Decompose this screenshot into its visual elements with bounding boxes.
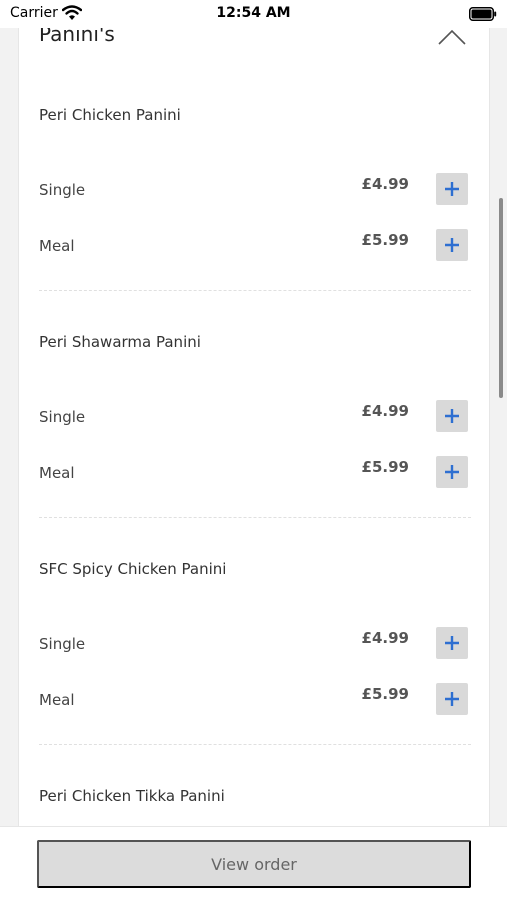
option-price: £4.99: [361, 629, 409, 647]
footer: View order: [0, 826, 507, 900]
plus-icon: [445, 182, 459, 196]
product-option: Meal £5.99: [19, 456, 489, 490]
product-option: Meal £5.99: [19, 683, 489, 717]
plus-icon: [445, 636, 459, 650]
view-order-button[interactable]: View order: [37, 840, 471, 888]
product-option: Meal £5.99: [19, 229, 489, 263]
option-label: Meal: [39, 691, 75, 709]
add-button[interactable]: [436, 229, 468, 261]
product-name: Peri Chicken Tikka Panini: [39, 787, 225, 805]
plus-icon: [445, 692, 459, 706]
option-price: £5.99: [361, 231, 409, 249]
chevron-up-icon[interactable]: [437, 28, 467, 46]
plus-icon: [445, 465, 459, 479]
status-bar: Carrier 12:54 AM: [0, 0, 507, 28]
add-button[interactable]: [436, 683, 468, 715]
product-option: Single £4.99: [19, 400, 489, 434]
option-price: £4.99: [361, 402, 409, 420]
divider: [39, 744, 471, 745]
product-option: Single £4.99: [19, 173, 489, 207]
option-label: Single: [39, 635, 86, 653]
option-label: Single: [39, 408, 86, 426]
status-time: 12:54 AM: [216, 5, 291, 21]
option-label: Meal: [39, 464, 75, 482]
battery-icon: [469, 7, 497, 21]
option-label: Meal: [39, 237, 75, 255]
product-item: Peri Shawarma Panini Single £4.99 Meal £…: [19, 333, 489, 560]
option-price: £5.99: [361, 458, 409, 476]
add-button[interactable]: [436, 400, 468, 432]
plus-icon: [445, 409, 459, 423]
product-item: Peri Chicken Tikka Panini: [19, 787, 489, 826]
product-name: Peri Shawarma Panini: [39, 333, 201, 351]
add-button[interactable]: [436, 627, 468, 659]
product-item: SFC Spicy Chicken Panini Single £4.99 Me…: [19, 560, 489, 787]
divider: [39, 290, 471, 291]
plus-icon: [445, 238, 459, 252]
add-button[interactable]: [436, 173, 468, 205]
scrollbar[interactable]: [499, 198, 503, 398]
product-name: Peri Chicken Panini: [39, 106, 181, 124]
option-price: £4.99: [361, 175, 409, 193]
option-label: Single: [39, 181, 86, 199]
product-item: Peri Chicken Panini Single £4.99 Meal £5…: [19, 106, 489, 333]
option-price: £5.99: [361, 685, 409, 703]
product-option: Single £4.99: [19, 627, 489, 661]
divider: [39, 517, 471, 518]
add-button[interactable]: [436, 456, 468, 488]
product-name: SFC Spicy Chicken Panini: [39, 560, 227, 578]
menu-section-card: Panini's Peri Chicken Panini Single £4.9…: [18, 0, 490, 826]
